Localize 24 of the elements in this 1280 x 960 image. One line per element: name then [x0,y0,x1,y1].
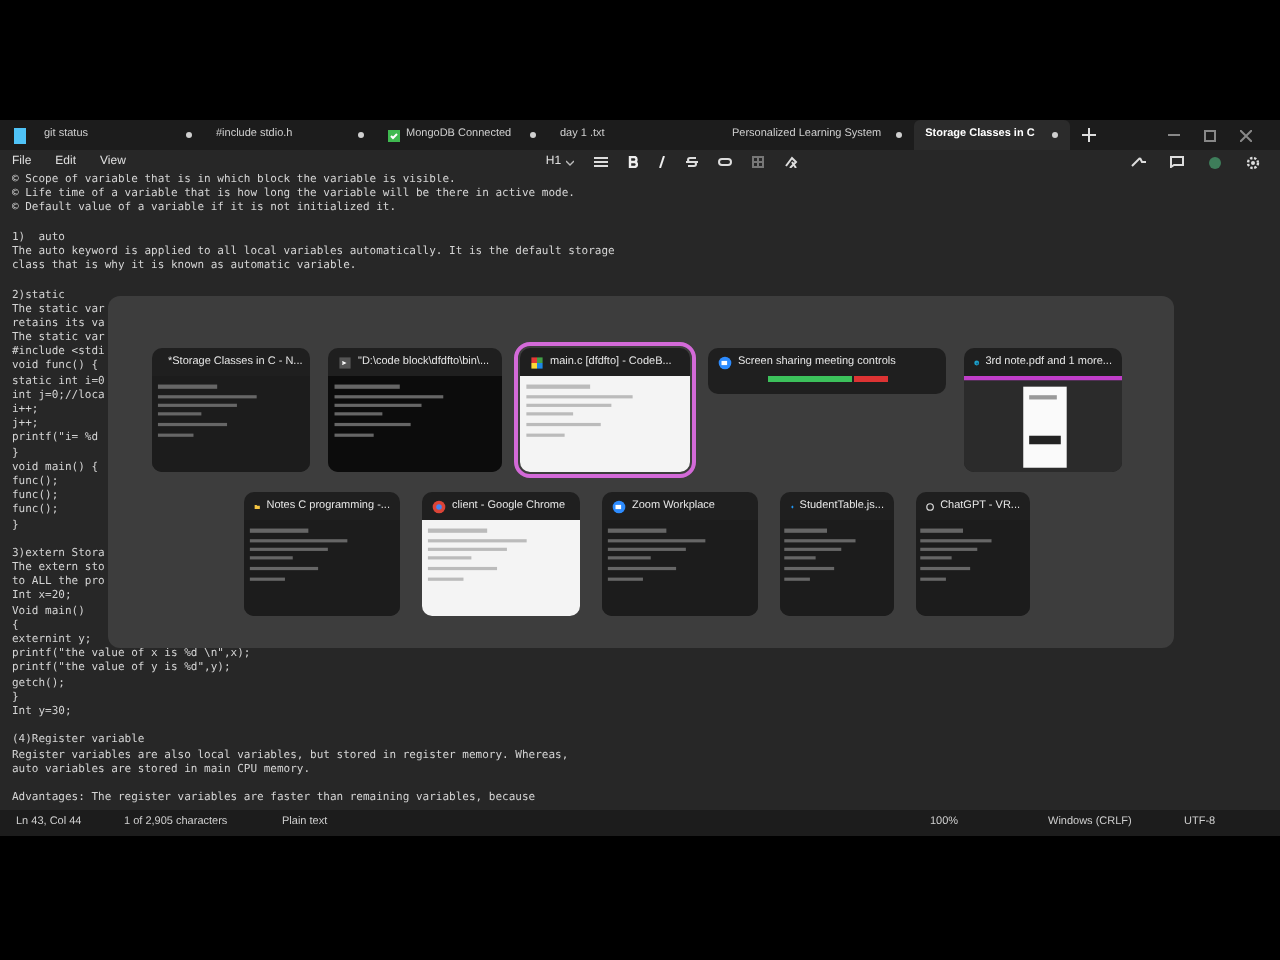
browser-icon [974,355,980,369]
chat-app-icon [926,499,935,513]
video-icon [612,499,626,513]
browser-icon [432,499,446,513]
chevron-down-icon [565,159,574,165]
maximize-icon[interactable] [1204,129,1216,141]
close-icon[interactable] [1240,129,1252,141]
chat-icon[interactable] [1170,156,1184,168]
link-icon[interactable] [717,158,732,166]
strikethrough-icon[interactable] [685,156,698,168]
toolbar-strip-drawing [767,376,887,382]
notepad-icon [14,127,26,143]
blocks-icon [530,355,544,369]
settings-icon[interactable] [1246,155,1260,169]
add-icon[interactable] [1081,128,1096,142]
table-icon[interactable] [751,156,764,168]
italic-icon[interactable] [657,156,666,168]
checkbox-icon [388,129,400,141]
video-icon [718,355,732,369]
globe-icon[interactable] [1208,155,1222,169]
clear-format-icon[interactable] [783,156,798,168]
terminal-icon [338,355,352,369]
bold-icon[interactable] [627,156,638,168]
list-icon[interactable] [593,156,608,168]
